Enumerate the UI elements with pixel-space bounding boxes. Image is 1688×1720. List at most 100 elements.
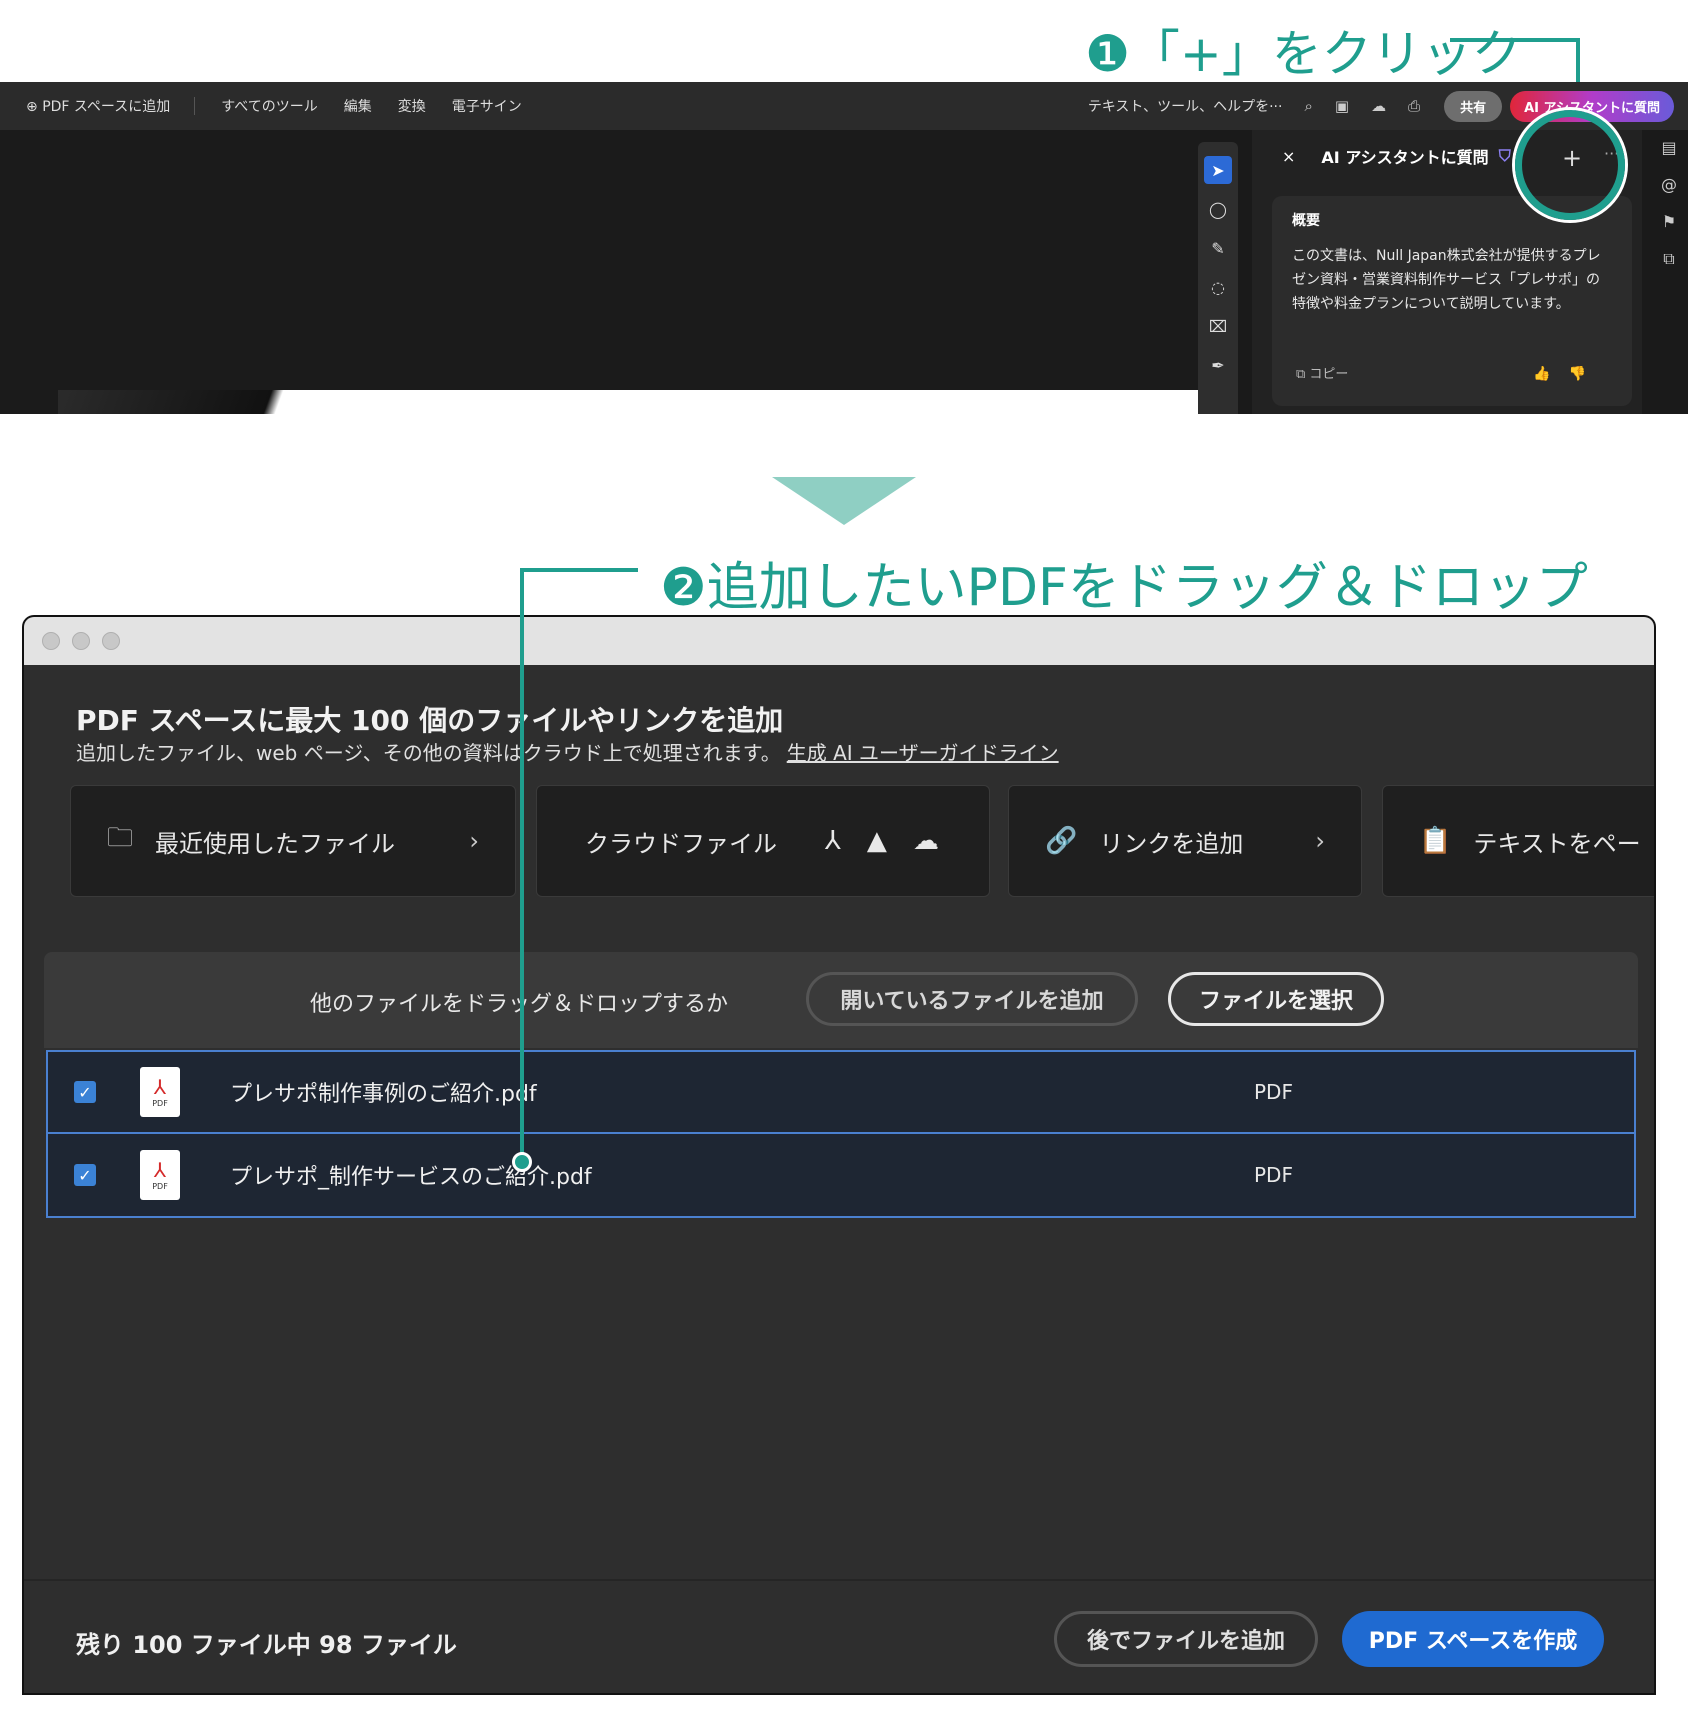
lasso-tool-icon[interactable]: ◌: [1204, 273, 1232, 301]
highlight-circle-plus: [1515, 110, 1625, 220]
file-row[interactable]: ✓ ⅄ PDF プレサポ_制作サービスのご紹介.pdf PDF: [48, 1134, 1634, 1216]
add-files-dialog: PDF スペースに最大 100 個のファイルやリンクを追加 追加したファイル、w…: [22, 615, 1656, 1695]
acrobat-glyph-icon: ⅄: [153, 1074, 167, 1099]
checkbox-checked[interactable]: ✓: [74, 1164, 96, 1186]
add-later-button[interactable]: 後でファイルを追加: [1054, 1611, 1318, 1667]
vertical-tool-rail: ➤ ◯ ✎ ◌ ⌧ ✒: [1198, 142, 1238, 414]
window-titlebar: [24, 617, 1654, 665]
acrobat-window-top: ⊕ PDF スペースに追加 すべてのツール 編集 変換 電子サイン テキスト、ツ…: [0, 82, 1688, 414]
toolbar-divider: [194, 97, 196, 115]
dialog-subtitle: 追加したファイル、web ページ、その他の資料はクラウド上で処理されます。 生成 …: [76, 737, 1059, 766]
window-zoom-dot[interactable]: [102, 632, 120, 650]
chevron-right-icon: ›: [469, 827, 479, 855]
drop-zone[interactable]: 他のファイルをドラッグ＆ドロップするか 開いているファイルを追加 ファイルを選択…: [44, 952, 1638, 1672]
close-icon[interactable]: ×: [1282, 147, 1295, 166]
add-open-files-button[interactable]: 開いているファイルを追加: [806, 972, 1138, 1026]
cloud-files-label: クラウドファイル: [585, 829, 777, 858]
callout-line-2-h: [520, 568, 638, 572]
create-pdf-space-button[interactable]: PDF スペースを作成: [1342, 1611, 1604, 1667]
dialog-footer: 残り 100 ファイル中 98 ファイル 後でファイルを追加 PDF スペースを…: [24, 1579, 1654, 1693]
paste-text-card[interactable]: 📋 テキストをペー: [1382, 785, 1654, 897]
shield-icon: ⛉: [1498, 146, 1511, 165]
down-arrow-indicator: [772, 477, 916, 525]
notes-icon[interactable]: ▤: [1661, 138, 1676, 157]
recent-folder-icon: 🗀: [107, 823, 134, 853]
add-link-label: リンクを追加: [1099, 829, 1244, 858]
cloud-files-card[interactable]: クラウドファイル ⅄ ▲ ☁: [536, 785, 990, 897]
drop-bar: 他のファイルをドラッグ＆ドロップするか 開いているファイルを追加 ファイルを選択: [44, 952, 1638, 1048]
callout-text-1: 「+」をクリック: [1129, 25, 1522, 83]
google-drive-icon[interactable]: ▲: [867, 826, 887, 856]
checkbox-checked[interactable]: ✓: [74, 1081, 96, 1103]
clipboard-icon: 📋: [1419, 826, 1452, 856]
search-icon[interactable]: ⌕: [1304, 97, 1312, 115]
paste-text-label: テキストをペー: [1473, 829, 1641, 858]
chevron-right-icon: ›: [1315, 827, 1325, 855]
right-tool-rail: ▤ @ ⚑ ⧉: [1650, 138, 1688, 269]
callout-step-1: ❶「+」をクリック: [1085, 14, 1522, 86]
pdf-icon-label: PDF: [152, 1098, 168, 1108]
esign-menu[interactable]: 電子サイン: [452, 96, 522, 116]
file-name: プレサポ制作事例のご紹介.pdf: [230, 1082, 537, 1107]
comment-tool-icon[interactable]: ◯: [1204, 195, 1232, 223]
pdf-icon-label: PDF: [152, 1181, 168, 1191]
thumbs-up-down-icon[interactable]: 👍👎: [1533, 366, 1604, 382]
cloud-upload-icon[interactable]: ☁: [1371, 97, 1386, 115]
pdf-file-icon: ⅄ PDF: [140, 1067, 180, 1117]
ai-panel-header: × AI アシスタントに質問 ⛉: [1282, 144, 1511, 168]
add-link-card[interactable]: 🔗 リンクを追加 ›: [1008, 785, 1362, 897]
acrobat-cloud-icon[interactable]: ⅄: [825, 826, 841, 856]
copy-button[interactable]: ⧉ コピー: [1296, 363, 1348, 382]
recent-files-card[interactable]: 🗀 最近使用したファイル ›: [70, 785, 516, 897]
bookmark-icon[interactable]: ⚑: [1662, 212, 1676, 231]
recent-files-label: 最近使用したファイル: [155, 829, 396, 858]
file-name: プレサポ_制作サービスのご紹介.pdf: [230, 1165, 592, 1190]
text-recognition-icon[interactable]: ⌧: [1204, 312, 1232, 340]
file-type: PDF: [1254, 1080, 1293, 1104]
copy-label: コピー: [1309, 367, 1349, 382]
highlight-tool-icon[interactable]: ✎: [1204, 234, 1232, 262]
file-row[interactable]: ✓ ⅄ PDF プレサポ制作事例のご紹介.pdf PDF: [48, 1052, 1634, 1134]
callout-number-2: ❷: [660, 558, 707, 618]
document-page: [58, 390, 1198, 414]
remaining-count: 残り 100 ファイル中 98 ファイル: [76, 1631, 457, 1659]
summary-card: 概要 この文書は、Null Japan株式会社が提供するプレゼン資料・営業資料制…: [1272, 196, 1632, 406]
guideline-link[interactable]: 生成 AI ユーザーガイドライン: [787, 741, 1059, 765]
link-icon: 🔗: [1045, 826, 1078, 856]
ai-panel-title: AI アシスタントに質問: [1321, 148, 1489, 167]
select-tool-icon[interactable]: ➤: [1204, 156, 1232, 184]
callout-step-2: ❷追加したいPDFをドラッグ＆ドロップ: [660, 545, 1588, 620]
pages-icon[interactable]: ⧉: [1663, 249, 1674, 269]
sign-tool-icon[interactable]: ✒: [1204, 351, 1232, 379]
callout-line-2-end-dot: [512, 1152, 532, 1172]
file-type: PDF: [1254, 1163, 1293, 1187]
pdf-file-icon: ⅄ PDF: [140, 1150, 180, 1200]
window-close-dot[interactable]: [42, 632, 60, 650]
callout-line-2-v: [520, 568, 524, 1160]
onedrive-icon[interactable]: ☁: [913, 826, 939, 856]
convert-menu[interactable]: 変換: [398, 96, 426, 116]
dialog-title: PDF スペースに最大 100 個のファイルやリンクを追加: [76, 704, 784, 737]
all-tools-menu[interactable]: すべてのツール: [221, 96, 317, 116]
top-toolbar: ⊕ PDF スペースに追加 すべてのツール 編集 変換 電子サイン テキスト、ツ…: [0, 82, 1688, 130]
search-field[interactable]: テキスト、ツール、ヘルプを···: [1088, 96, 1283, 116]
at-icon[interactable]: @: [1661, 175, 1677, 194]
add-pdf-space-button[interactable]: ⊕ PDF スペースに追加: [26, 96, 170, 116]
callout-number-1: ❶: [1085, 25, 1130, 83]
file-list: ✓ ⅄ PDF プレサポ制作事例のご紹介.pdf PDF ✓ ⅄ PDF プレサポ_…: [46, 1050, 1636, 1218]
window-minimize-dot[interactable]: [72, 632, 90, 650]
acrobat-glyph-icon: ⅄: [153, 1157, 167, 1182]
summary-text: この文書は、Null Japan株式会社が提供するプレゼン資料・営業資料制作サー…: [1292, 248, 1601, 312]
edit-menu[interactable]: 編集: [344, 96, 372, 116]
document-viewport: [0, 130, 1200, 414]
callout-line-1-h: [1450, 38, 1580, 42]
print-icon[interactable]: ⎙: [1408, 97, 1420, 115]
share-button[interactable]: 共有: [1444, 90, 1503, 122]
page-graphic-dark: [58, 390, 418, 414]
drop-instruction: 他のファイルをドラッグ＆ドロップするか: [310, 992, 729, 1017]
add-pdf-space-label: PDF スペースに追加: [42, 99, 171, 115]
select-files-button[interactable]: ファイルを選択: [1168, 972, 1384, 1026]
dialog-subtitle-text: 追加したファイル、web ページ、その他の資料はクラウド上で処理されます。: [76, 741, 781, 765]
save-icon[interactable]: ▣: [1335, 97, 1349, 115]
feedback-thumbs[interactable]: 👍👎: [1533, 366, 1604, 382]
